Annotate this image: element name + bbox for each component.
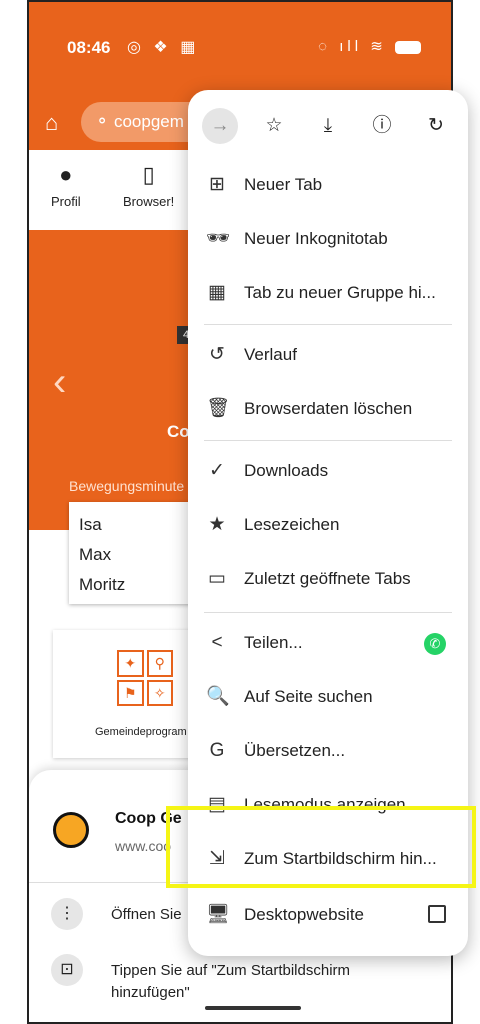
menu-label: Desktopwebsite (244, 905, 365, 924)
signal-icons: ◌ ıll ≋ (318, 38, 387, 55)
share-icon: < (211, 632, 223, 653)
highlight-box (166, 806, 476, 888)
menu-recent-tabs[interactable]: ▭ Zuletzt geöffnete Tabs (188, 554, 468, 606)
new-tab-icon: ⊞ (209, 174, 225, 195)
section-label: Bewegungsminute (69, 478, 185, 494)
menu-label: Übersetzen... (244, 741, 346, 760)
home-icon[interactable]: ⌂ (45, 110, 69, 135)
menu-toolbar: → ☆ ⤓ ⓘ ↻ (188, 100, 468, 150)
menu-bookmarks[interactable]: ★ Lesezeichen (188, 500, 468, 552)
menu-label: Downloads (244, 461, 329, 480)
find-icon: 🔍 (206, 686, 230, 707)
incognito-icon: 🕶 (206, 228, 231, 249)
menu-find-in-page[interactable]: 🔍 Auf Seite suchen (188, 672, 468, 724)
tab-group-icon: ▦ (208, 282, 226, 303)
history-icon: ↺ (209, 344, 225, 365)
whatsapp-icon[interactable]: ✆ (424, 633, 446, 655)
menu-share[interactable]: < Teilen... ✆ (188, 618, 468, 670)
status-bar: 08:46 ◎ ❖ ▦ ◌ ıll ≋ (29, 2, 451, 94)
more-vert-icon: ⋮ (51, 898, 83, 930)
nav-browser[interactable]: ▯ Browser! (123, 162, 174, 209)
forward-icon[interactable]: → (202, 108, 238, 144)
downloads-icon: ✓ (209, 460, 225, 481)
download-icon[interactable]: ⤓ (310, 108, 346, 144)
menu-label: Lesezeichen (244, 515, 340, 534)
reload-icon[interactable]: ↻ (418, 108, 454, 144)
card-caption: Gemeindeprogram (95, 726, 187, 738)
menu-downloads[interactable]: ✓ Downloads (188, 446, 468, 498)
status-time: 08:46 (67, 38, 111, 57)
instruction-step-2: Tippen Sie auf "Zum Startbildschirm hinz… (111, 962, 351, 1001)
info-icon[interactable]: ⓘ (364, 108, 400, 144)
menu-translate[interactable]: G Übersetzen... (188, 726, 468, 778)
nav-profile[interactable]: ● Profil (51, 162, 81, 209)
person-icon: ● (59, 162, 73, 187)
battery-icon (395, 40, 421, 54)
gesture-bar (205, 1006, 301, 1010)
notification-icons: ◎ ❖ ▦ (127, 39, 200, 56)
trash-icon: 🗑 (206, 398, 231, 419)
menu-label: Tab zu neuer Gruppe hi... (244, 283, 436, 302)
menu-new-incognito-tab[interactable]: 🕶 Neuer Inkognitotab (188, 214, 468, 266)
menu-label: Teilen... (244, 633, 303, 652)
add-to-home-icon: ⊡ (51, 954, 83, 986)
instruction-step-1: Öffnen Sie (111, 906, 182, 923)
hero-title: Co (167, 422, 190, 441)
menu-separator (204, 612, 452, 613)
desktop-icon: 🖥 (206, 904, 231, 925)
menu-separator (204, 440, 452, 441)
tablet-alert-icon: ▯ (142, 162, 155, 187)
menu-history[interactable]: ↺ Verlauf (188, 330, 468, 382)
prev-slide-icon[interactable]: ‹ (53, 360, 66, 405)
menu-new-tab[interactable]: ⊞ Neuer Tab (188, 160, 468, 212)
stopwatch-icon (53, 812, 89, 848)
menu-label: Zuletzt geöffnete Tabs (244, 569, 411, 588)
devices-icon: ▭ (208, 568, 226, 589)
menu-desktop-site[interactable]: 🖥 Desktopwebsite (188, 890, 468, 942)
menu-tab-to-group[interactable]: ▦ Tab zu neuer Gruppe hi... (188, 268, 468, 320)
bookmark-star-icon[interactable]: ☆ (256, 108, 292, 144)
sports-logo-icon: ✦ ⚲ ⚑ ✧ (117, 650, 173, 706)
nav-browser-label: Browser! (123, 194, 175, 209)
menu-label: Auf Seite suchen (244, 687, 373, 706)
app-url: www.coo (115, 838, 172, 854)
menu-label: Browserdaten löschen (244, 399, 413, 418)
menu-clear-data[interactable]: 🗑 Browserdaten löschen (188, 384, 468, 436)
system-icons: ◌ ıll ≋ (318, 37, 421, 55)
star-icon: ★ (208, 514, 226, 535)
translate-icon: G (209, 740, 225, 761)
nav-profile-label: Profil (51, 194, 81, 209)
desktop-site-checkbox[interactable] (428, 905, 446, 923)
menu-label: Verlauf (244, 345, 297, 364)
menu-label: Neuer Inkognitotab (244, 229, 388, 248)
menu-label: Neuer Tab (244, 175, 323, 194)
menu-separator (204, 324, 452, 325)
